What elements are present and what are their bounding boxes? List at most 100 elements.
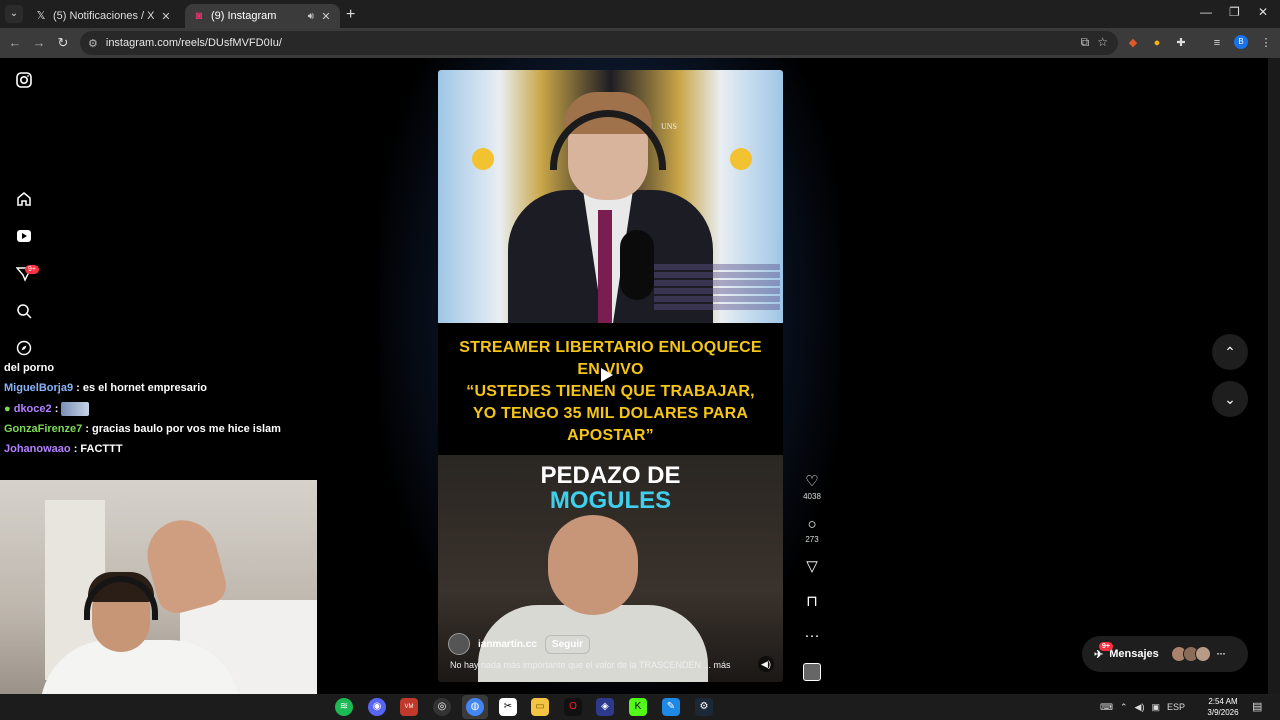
reel-caption[interactable]: No hay nada más importante que el valor … <box>450 660 750 670</box>
close-icon[interactable]: ✕ <box>160 10 172 23</box>
opera-icon[interactable]: O <box>564 698 582 716</box>
steam-icon[interactable]: ⚙ <box>695 698 713 716</box>
reload-icon[interactable]: ↻ <box>54 34 72 52</box>
audio-playing-icon[interactable]: 🔊︎ <box>308 11 314 22</box>
flag-label: UNS <box>661 122 678 131</box>
chrome-icon[interactable]: ◍ <box>466 698 484 716</box>
chat-text: del porno <box>4 362 55 374</box>
headline-line: YO TENGO 35 MIL DOLARES PARA <box>472 405 749 422</box>
file-explorer-icon[interactable]: ▭ <box>531 698 549 716</box>
volume-tray-icon[interactable]: ◀) <box>1135 702 1145 713</box>
new-tab-button[interactable]: + <box>346 6 355 24</box>
notifications-icon[interactable]: ▤ <box>1252 700 1262 713</box>
streamer-tie <box>598 210 612 323</box>
discord-icon[interactable]: ◉ <box>368 698 386 716</box>
flag-sun-icon <box>730 148 752 170</box>
author-avatar[interactable] <box>448 633 470 655</box>
paint-icon[interactable]: ✎ <box>662 698 680 716</box>
tab-notifications-x[interactable]: 𝕏 (5) Notificaciones / X ✕ <box>27 4 180 28</box>
share-icon: ▽ <box>806 558 818 575</box>
audio-thumbnail[interactable] <box>803 663 821 681</box>
notification-badge: 9+ <box>25 265 39 274</box>
instagram-logo-icon[interactable] <box>14 72 34 92</box>
extension-fox-icon[interactable]: ◆ <box>1125 35 1141 51</box>
minimize-icon[interactable]: — <box>1200 5 1212 19</box>
more-options-button[interactable]: ··· <box>801 627 823 645</box>
reel-headline: STREAMER LIBERTARIO ENLOQUECE EN VIVO “U… <box>438 337 783 447</box>
chat-text: : <box>54 402 59 415</box>
comment-count: 273 <box>805 535 819 544</box>
like-count: 4038 <box>803 492 821 501</box>
install-app-icon[interactable]: ⧉ <box>1081 35 1090 50</box>
voicemeeter-icon[interactable]: VM <box>400 698 418 716</box>
browser-menu-icon[interactable]: ⋮ <box>1258 35 1274 51</box>
close-icon[interactable]: ✕ <box>320 10 332 23</box>
address-bar[interactable]: ⚙ instagram.com/reels/DUsfMVFD0Iu/ ⧉ ☆ <box>80 31 1118 55</box>
home-icon[interactable] <box>14 191 34 211</box>
browser-toolbar: ← → ↻ ⚙ instagram.com/reels/DUsfMVFD0Iu/… <box>0 28 1280 58</box>
site-info-icon[interactable]: ⚙ <box>88 37 98 50</box>
system-tray: ⌨ ⌃ ◀) ▣ ESP <box>1100 694 1185 720</box>
network-icon[interactable]: ▣ <box>1151 702 1160 713</box>
messages-badge: 9+ <box>1099 642 1113 651</box>
reel-headline-panel: STREAMER LIBERTARIO ENLOQUECE EN VIVO “U… <box>438 323 783 455</box>
kick-icon[interactable]: K <box>629 698 647 716</box>
messages-button[interactable]: ✈ 9+ Mensajes ··· <box>1082 636 1248 672</box>
reel-author: ianmartin.cc Seguir <box>448 633 591 655</box>
reel-video[interactable]: UNS STREAMER LIBERTARIO ENLOQUECE EN VIV… <box>438 70 783 682</box>
obs-icon[interactable]: ◎ <box>433 698 451 716</box>
chat-line: ● dkoce2 : <box>4 402 304 416</box>
chat-line: MiguelBorja9 : es el hornet empresario <box>4 382 304 395</box>
clock[interactable]: 2:54 AM 3/9/2026 <box>1200 696 1246 718</box>
like-button[interactable]: ♡ 4038 <box>801 473 823 501</box>
url-text: instagram.com/reels/DUsfMVFD0Iu/ <box>105 37 282 49</box>
stream-chat-overlay <box>654 262 780 320</box>
tab-search-button[interactable]: ⌄ <box>5 5 23 23</box>
language-indicator[interactable]: ESP <box>1167 702 1185 712</box>
keyboard-icon[interactable]: ⌨ <box>1100 702 1113 713</box>
volume-icon[interactable]: ◀) <box>758 656 774 672</box>
tab-title: (5) Notificaciones / X <box>53 10 154 22</box>
clock-time: 2:54 AM <box>1208 697 1238 706</box>
window-close-icon[interactable]: ✕ <box>1258 5 1268 19</box>
comment-icon: ○ <box>807 516 817 533</box>
comment-button[interactable]: ○ 273 <box>801 516 823 544</box>
tab-title: (9) Instagram <box>211 10 277 22</box>
extensions-puzzle-icon[interactable]: ✚ <box>1173 35 1189 51</box>
restore-icon[interactable]: ❐ <box>1229 5 1240 19</box>
chat-line: del porno <box>4 362 304 375</box>
spotify-icon[interactable]: ≋ <box>335 698 353 716</box>
forward-icon[interactable]: → <box>30 34 48 52</box>
tray-chevron-icon[interactable]: ⌃ <box>1120 702 1128 713</box>
stream-chat: del porno MiguelBorja9 : es el hornet em… <box>4 362 304 463</box>
messages-label: Mensajes <box>1109 648 1159 660</box>
play-icon[interactable] <box>601 368 613 382</box>
microphone <box>620 230 654 300</box>
save-button[interactable]: ⊓ <box>801 593 823 611</box>
reels-icon[interactable] <box>14 228 34 248</box>
more-icon: ··· <box>804 627 820 644</box>
heart-icon: ♡ <box>805 473 819 490</box>
tab-instagram[interactable]: ◙ (9) Instagram 🔊︎ ✕ <box>185 4 340 28</box>
flag-sun-icon <box>472 148 494 170</box>
extension-color-icon[interactable]: ● <box>1149 35 1165 51</box>
previous-reel-button[interactable]: ⌃ <box>1212 334 1248 370</box>
capcut-icon[interactable]: ✂ <box>499 698 517 716</box>
author-name[interactable]: ianmartin.cc <box>478 639 537 650</box>
profile-avatar[interactable]: B <box>1234 35 1248 49</box>
chat-text: : FACTTT <box>73 443 123 455</box>
headline-line: APOSTAR” <box>567 427 654 444</box>
bookmark-star-icon[interactable]: ☆ <box>1097 35 1108 50</box>
app-icon[interactable]: ◈ <box>596 698 614 716</box>
page-scrollbar[interactable] <box>1268 58 1280 694</box>
clip-person-face <box>548 515 638 615</box>
windows-taskbar: ≋ ◉ VM ◎ ◍ ✂ ▭ O ◈ K ✎ ⚙ ⌨ ⌃ ◀) ▣ ESP 2:… <box>0 694 1280 720</box>
back-icon[interactable]: ← <box>6 34 24 52</box>
follow-button[interactable]: Seguir <box>544 634 591 654</box>
next-reel-button[interactable]: ⌄ <box>1212 381 1248 417</box>
media-control-icon[interactable]: ≡ <box>1209 35 1225 51</box>
search-icon[interactable] <box>14 303 34 323</box>
share-button[interactable]: ▽ <box>801 558 823 576</box>
chat-user: GonzaFirenze7 <box>4 423 83 435</box>
explore-icon[interactable] <box>14 340 34 360</box>
